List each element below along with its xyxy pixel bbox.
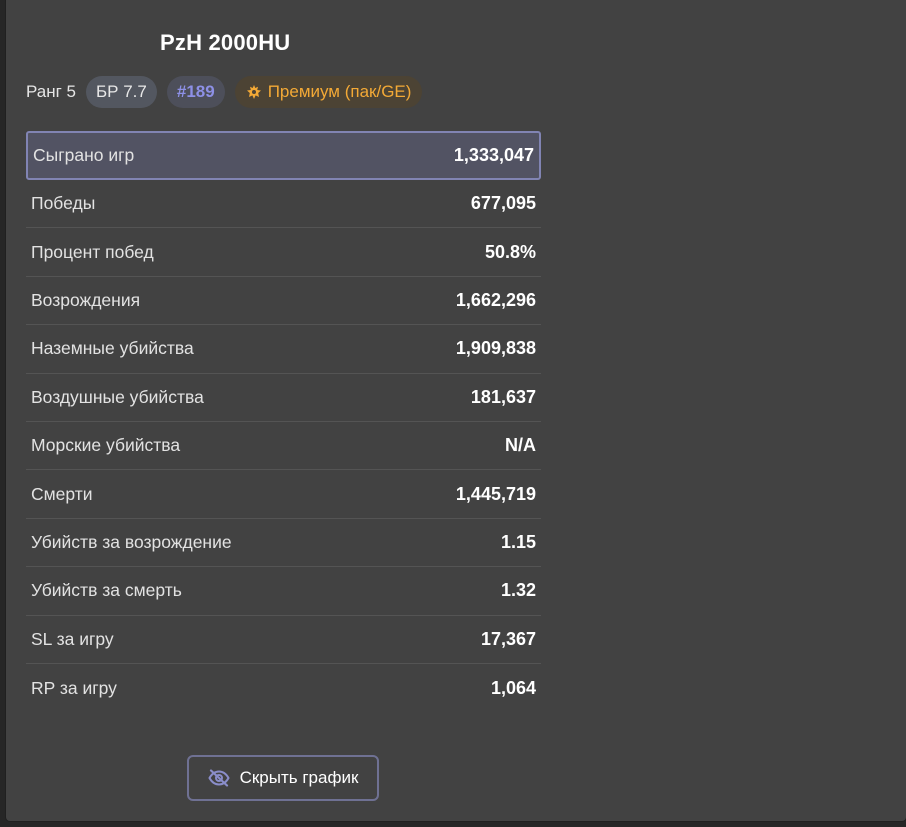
stat-label: Смерти <box>31 483 93 504</box>
vehicle-badges: Ранг 5 БР 7.7 #189 Премиум (пак/GE) <box>26 75 423 108</box>
br-badge: БР 7.7 <box>86 75 157 108</box>
stat-value: 17,367 <box>480 628 536 649</box>
stat-value: 1,445,719 <box>455 483 536 504</box>
vehicle-title: PzH 2000HU <box>160 30 291 55</box>
stat-row[interactable]: Морские убийства N/A <box>26 422 541 471</box>
stat-label: Убийств за смерть <box>31 580 182 601</box>
stat-row[interactable]: Наземные убийства 1,909,838 <box>26 325 541 374</box>
stat-label: SL за игру <box>31 628 114 649</box>
premium-label: Премиум (пак/GE) <box>267 81 412 101</box>
premium-badge: Премиум (пак/GE) <box>234 75 423 108</box>
stat-row[interactable]: Процент побед 50.8% <box>26 228 541 277</box>
stat-value: 1,662,296 <box>455 289 536 310</box>
stat-row[interactable]: Возрождения 1,662,296 <box>26 277 541 326</box>
hide-chart-button[interactable]: Скрыть график <box>187 755 379 801</box>
stat-row[interactable]: Убийств за возрождение 1.15 <box>26 519 541 568</box>
stats-table: Сыграно игр 1,333,047 Победы 677,095 Процент… <box>26 131 541 712</box>
stat-row[interactable]: Победы 677,095 <box>26 180 541 229</box>
premium-crest-icon <box>246 84 262 100</box>
position-badge: #189 <box>166 75 225 108</box>
stat-label: RP за игру <box>31 677 117 698</box>
stat-row[interactable]: Воздушные убийства 181,637 <box>26 374 541 422</box>
eye-off-icon <box>207 769 230 787</box>
stat-label: Воздушные убийства <box>31 386 204 407</box>
stat-label: Процент побед <box>31 241 154 262</box>
stat-label: Убийств за возрождение <box>31 531 232 552</box>
stat-row[interactable]: Убийств за смерть 1.32 <box>26 567 541 616</box>
rank-label: Ранг 5 <box>26 81 76 101</box>
stat-label: Возрождения <box>31 289 141 310</box>
stat-label: Сыграно игр <box>33 145 135 165</box>
stat-value: 677,095 <box>470 193 536 214</box>
stat-row[interactable]: Сыграно игр 1,333,047 <box>26 131 541 180</box>
stat-row[interactable]: Смерти 1,445,719 <box>26 470 541 519</box>
hide-chart-label: Скрыть график <box>239 768 359 787</box>
stat-value: 1.32 <box>500 580 536 601</box>
stat-value: 50.8% <box>484 241 536 262</box>
stat-row[interactable]: RP за игру 1,064 <box>26 664 541 712</box>
stat-value: 1,333,047 <box>453 145 534 165</box>
stat-value: N/A <box>505 435 536 456</box>
stat-label: Морские убийства <box>31 435 181 456</box>
stat-label: Победы <box>31 193 96 214</box>
stat-value: 1.15 <box>500 531 536 552</box>
stat-value: 181,637 <box>470 386 536 407</box>
stat-label: Наземные убийства <box>31 338 194 359</box>
stat-value: 1,064 <box>490 677 536 698</box>
vehicle-stats-panel: PzH 2000HU Ранг 5 БР 7.7 #189 Премиум (п… <box>6 0 906 821</box>
stat-row[interactable]: SL за игру 17,367 <box>26 616 541 664</box>
stat-value: 1,909,838 <box>455 338 536 359</box>
